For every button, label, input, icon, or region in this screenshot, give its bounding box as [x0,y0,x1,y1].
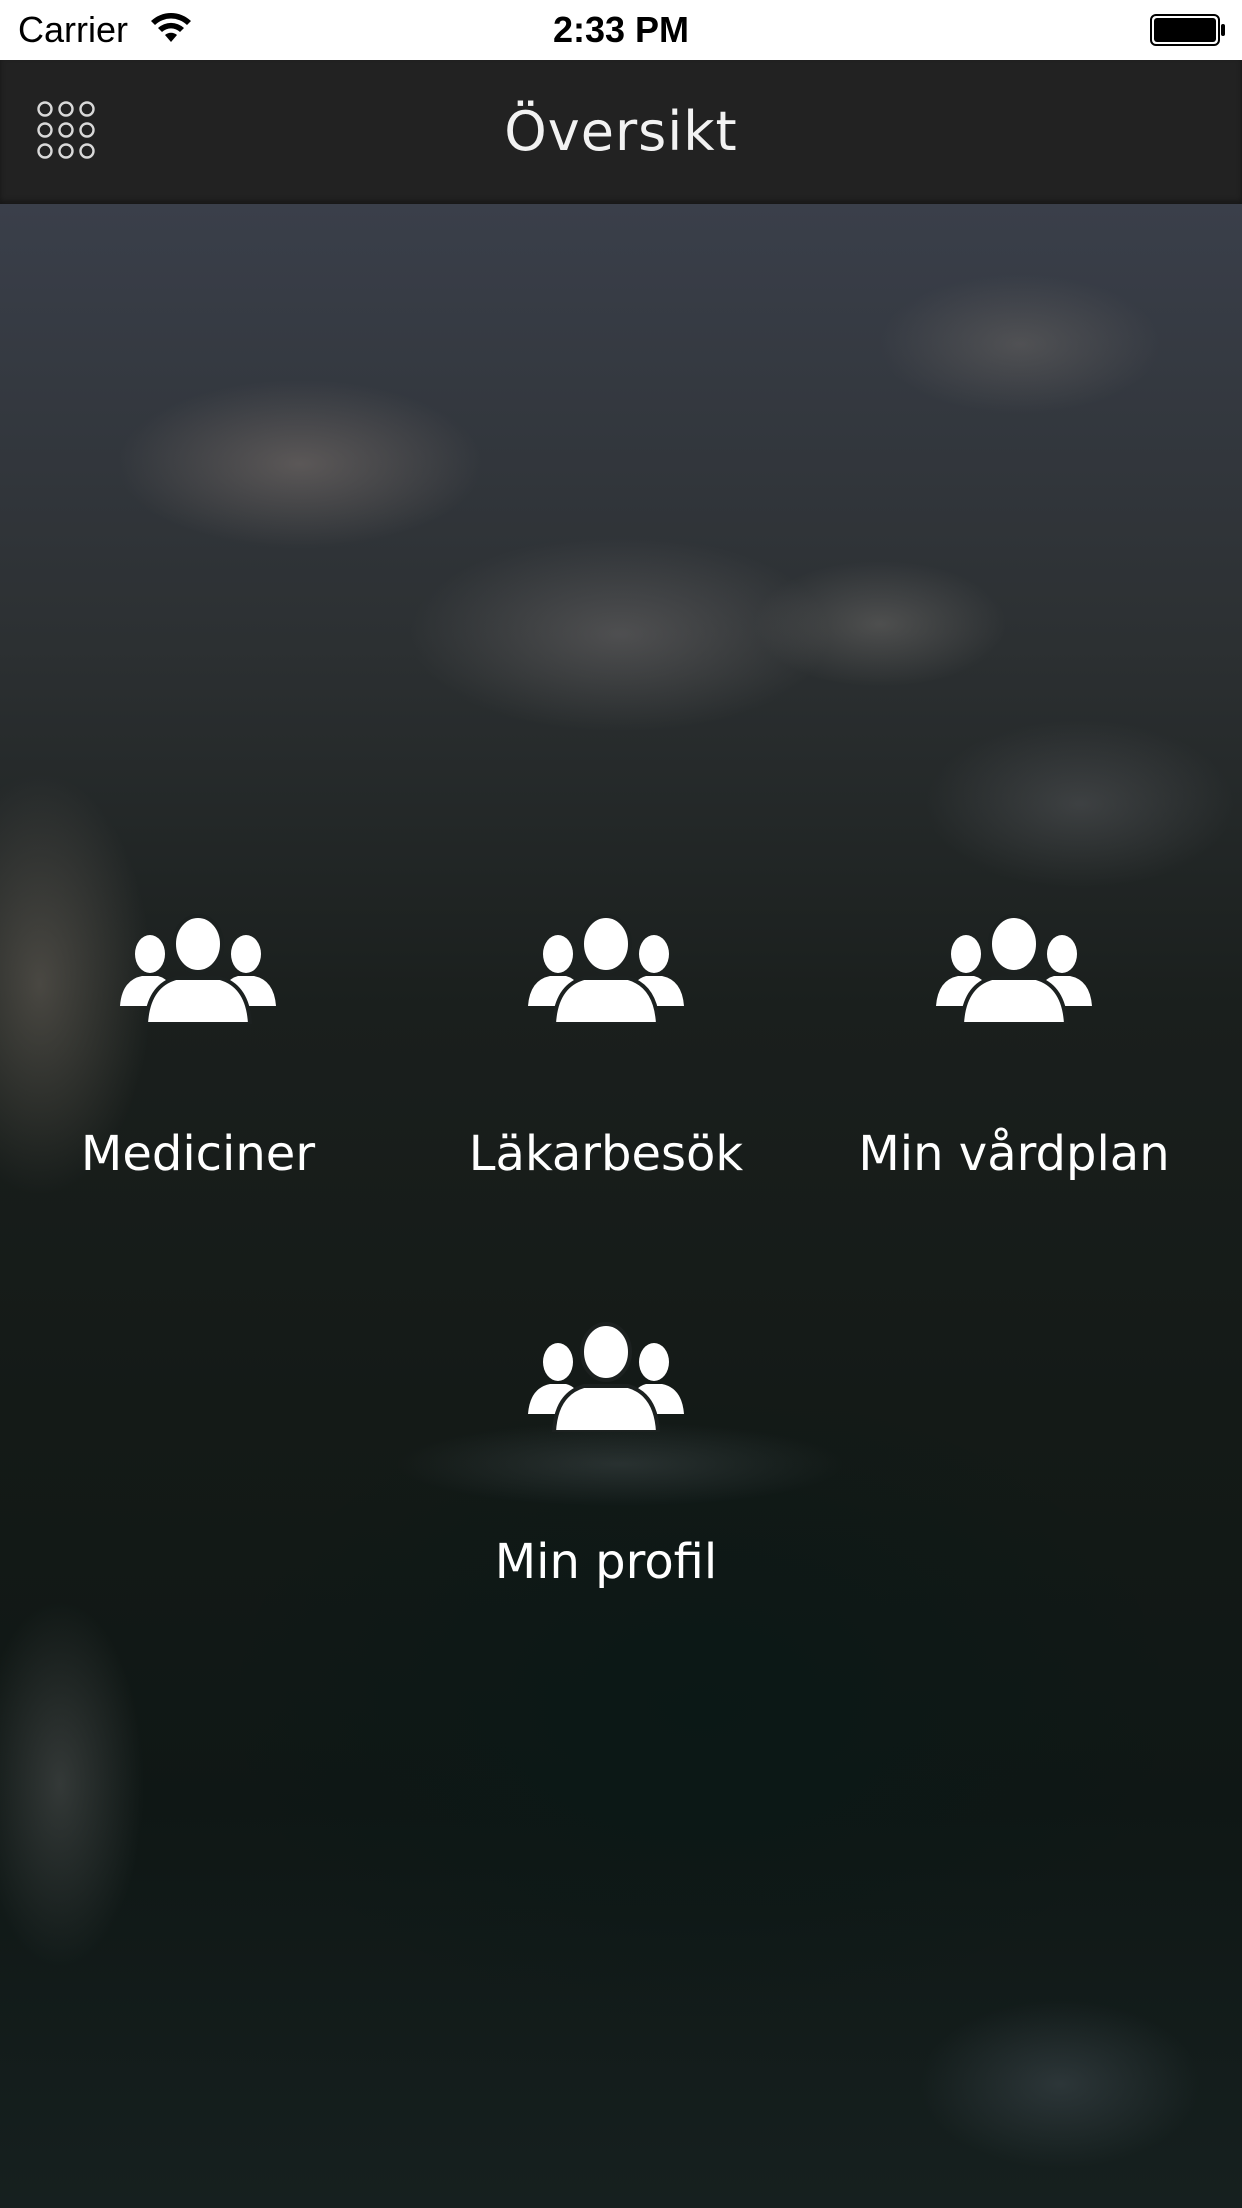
tile-label: Min vårdplan [858,1126,1170,1182]
tile-label: Mediciner [80,1126,316,1182]
tile-label: Min profil [494,1534,718,1590]
navigation-bar: Översikt [0,60,1242,204]
tile-mediciner[interactable]: Mediciner [38,914,358,1234]
people-group-icon [120,914,276,1024]
page-title: Översikt [504,100,738,163]
tile-lakarbesok[interactable]: Läkarbesök [446,914,766,1234]
battery-icon [1150,14,1225,46]
overview-screen: Carrier 2:33 PM Översikt Mediciner Läkar… [0,0,1242,2208]
tile-min-vardplan[interactable]: Min vårdplan [854,914,1174,1234]
people-group-icon [528,1322,684,1432]
tile-min-profil[interactable]: Min profil [446,1322,766,1642]
tile-label: Läkarbesök [468,1126,744,1182]
status-time: 2:33 PM [552,9,690,50]
status-bar: Carrier 2:33 PM [0,0,1242,60]
people-group-icon [936,914,1092,1024]
people-group-icon [528,914,684,1024]
